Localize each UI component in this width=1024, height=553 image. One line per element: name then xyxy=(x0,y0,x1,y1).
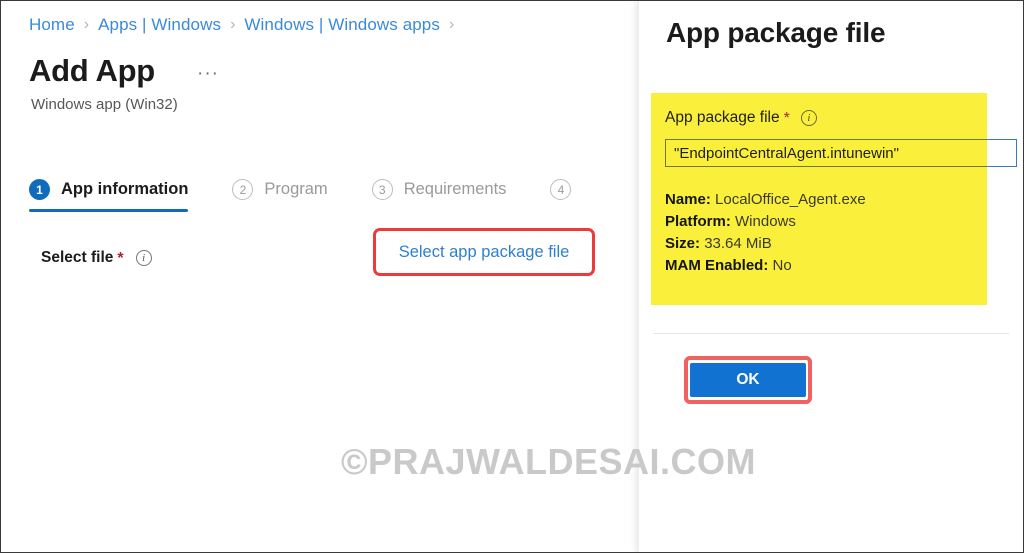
detail-key: Name: xyxy=(665,191,711,208)
select-app-package-file-button[interactable]: Select app package file xyxy=(376,231,592,273)
more-options-icon[interactable]: ··· xyxy=(197,63,219,85)
step-number-badge: 2 xyxy=(232,179,254,200)
select-file-label: Select file * i xyxy=(41,249,152,267)
page-subtitle: Windows app (Win32) xyxy=(31,96,178,113)
detail-row-platform: Platform: Windows xyxy=(665,211,866,233)
select-app-package-file-callout: Select app package file xyxy=(373,228,595,276)
tab-label: Requirements xyxy=(403,180,507,198)
breadcrumb-item-home[interactable]: Home xyxy=(29,15,75,35)
app-screen: Home › Apps | Windows › Windows | Window… xyxy=(0,0,1024,553)
detail-key: MAM Enabled: xyxy=(665,257,769,274)
required-asterisk: * xyxy=(117,250,124,267)
select-file-label-text: Select file xyxy=(41,249,114,266)
file-details-list: Name: LocalOffice_Agent.exe Platform: Wi… xyxy=(665,189,866,277)
required-asterisk: * xyxy=(783,110,790,127)
chevron-right-icon: › xyxy=(230,16,236,33)
detail-key: Size: xyxy=(665,235,701,252)
info-icon[interactable]: i xyxy=(800,110,817,126)
detail-key: Platform: xyxy=(665,213,731,230)
step-number-badge: 1 xyxy=(29,179,50,200)
main-content-pane: Home › Apps | Windows › Windows | Window… xyxy=(1,1,639,552)
app-package-file-input[interactable] xyxy=(665,139,1017,167)
breadcrumb-item-windows-apps[interactable]: Windows | Windows apps xyxy=(244,15,440,35)
tab-program[interactable]: 2 Program xyxy=(232,179,328,212)
detail-value: No xyxy=(772,257,792,274)
detail-row-name: Name: LocalOffice_Agent.exe xyxy=(665,189,866,211)
chevron-right-icon: › xyxy=(83,16,90,33)
app-package-file-label-text: App package file xyxy=(665,109,780,126)
tab-requirements[interactable]: 3 Requirements xyxy=(371,179,507,212)
breadcrumb: Home › Apps | Windows › Windows | Window… xyxy=(29,15,463,35)
step-number-badge: 3 xyxy=(371,179,393,200)
wizard-tabs: 1 App information 2 Program 3 Requiremen… xyxy=(29,179,582,212)
step-number-badge: 4 xyxy=(550,179,572,200)
breadcrumb-item-apps-windows[interactable]: Apps | Windows xyxy=(98,15,221,35)
tab-label: Program xyxy=(264,180,328,198)
chevron-right-icon: › xyxy=(448,16,455,33)
ok-button[interactable]: OK xyxy=(690,363,806,397)
detail-value: 33.64 MiB xyxy=(704,235,772,252)
tab-step-four[interactable]: 4 xyxy=(550,179,582,212)
detail-row-mam-enabled: MAM Enabled: No xyxy=(665,255,866,277)
active-tab-underline xyxy=(29,209,189,212)
info-icon[interactable]: i xyxy=(135,250,152,266)
detail-value: Windows xyxy=(735,213,796,230)
app-package-file-field-label: App package file * i xyxy=(665,109,817,127)
app-package-file-panel: App package file App package file * i Na… xyxy=(639,1,1023,552)
detail-row-size: Size: 33.64 MiB xyxy=(665,233,866,255)
page-title: Add App xyxy=(29,53,155,88)
panel-title: App package file xyxy=(666,17,886,48)
tab-label: App information xyxy=(61,180,189,198)
tab-app-information[interactable]: 1 App information xyxy=(29,179,189,212)
detail-value: LocalOffice_Agent.exe xyxy=(715,191,866,208)
panel-footer-divider xyxy=(653,333,1009,334)
